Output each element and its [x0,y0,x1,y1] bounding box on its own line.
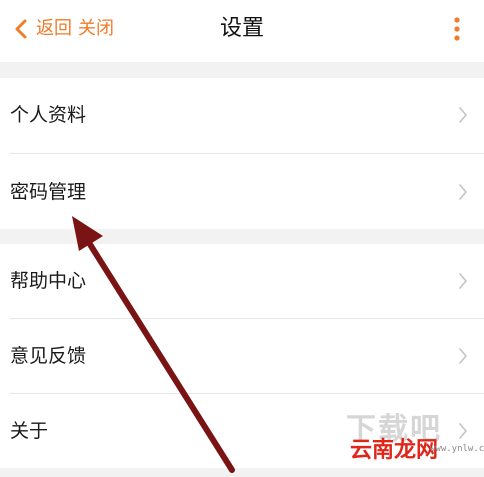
settings-row-feedback[interactable]: 意见反馈 [0,319,484,393]
chevron-left-icon[interactable] [12,18,30,40]
settings-group-account: 个人资料 密码管理 [0,78,484,229]
more-vertical-icon[interactable] [454,16,460,42]
close-button[interactable]: 关闭 [78,14,114,44]
settings-row-help[interactable]: 帮助中心 [0,244,484,318]
settings-group-support: 帮助中心 意见反馈 关于 [0,244,484,468]
back-button[interactable]: 返回 [36,14,72,44]
chevron-right-icon [459,184,467,200]
settings-row-label: 个人资料 [10,104,87,126]
settings-row-label: 帮助中心 [10,270,87,292]
top-nav-bar: 返回 关闭 设置 [0,0,484,62]
settings-row-about[interactable]: 关于 [0,394,484,468]
settings-row-password[interactable]: 密码管理 [0,155,484,229]
settings-row-label: 关于 [10,420,49,442]
chevron-right-icon [459,107,467,123]
settings-row-profile[interactable]: 个人资料 [0,78,484,152]
settings-row-label: 密码管理 [10,181,87,203]
chevron-right-icon [459,273,467,289]
settings-row-label: 意见反馈 [10,345,87,367]
back-close-group: 返回 关闭 [12,14,114,44]
divider [10,153,484,154]
chevron-right-icon [459,348,467,364]
chevron-right-icon [459,423,467,439]
